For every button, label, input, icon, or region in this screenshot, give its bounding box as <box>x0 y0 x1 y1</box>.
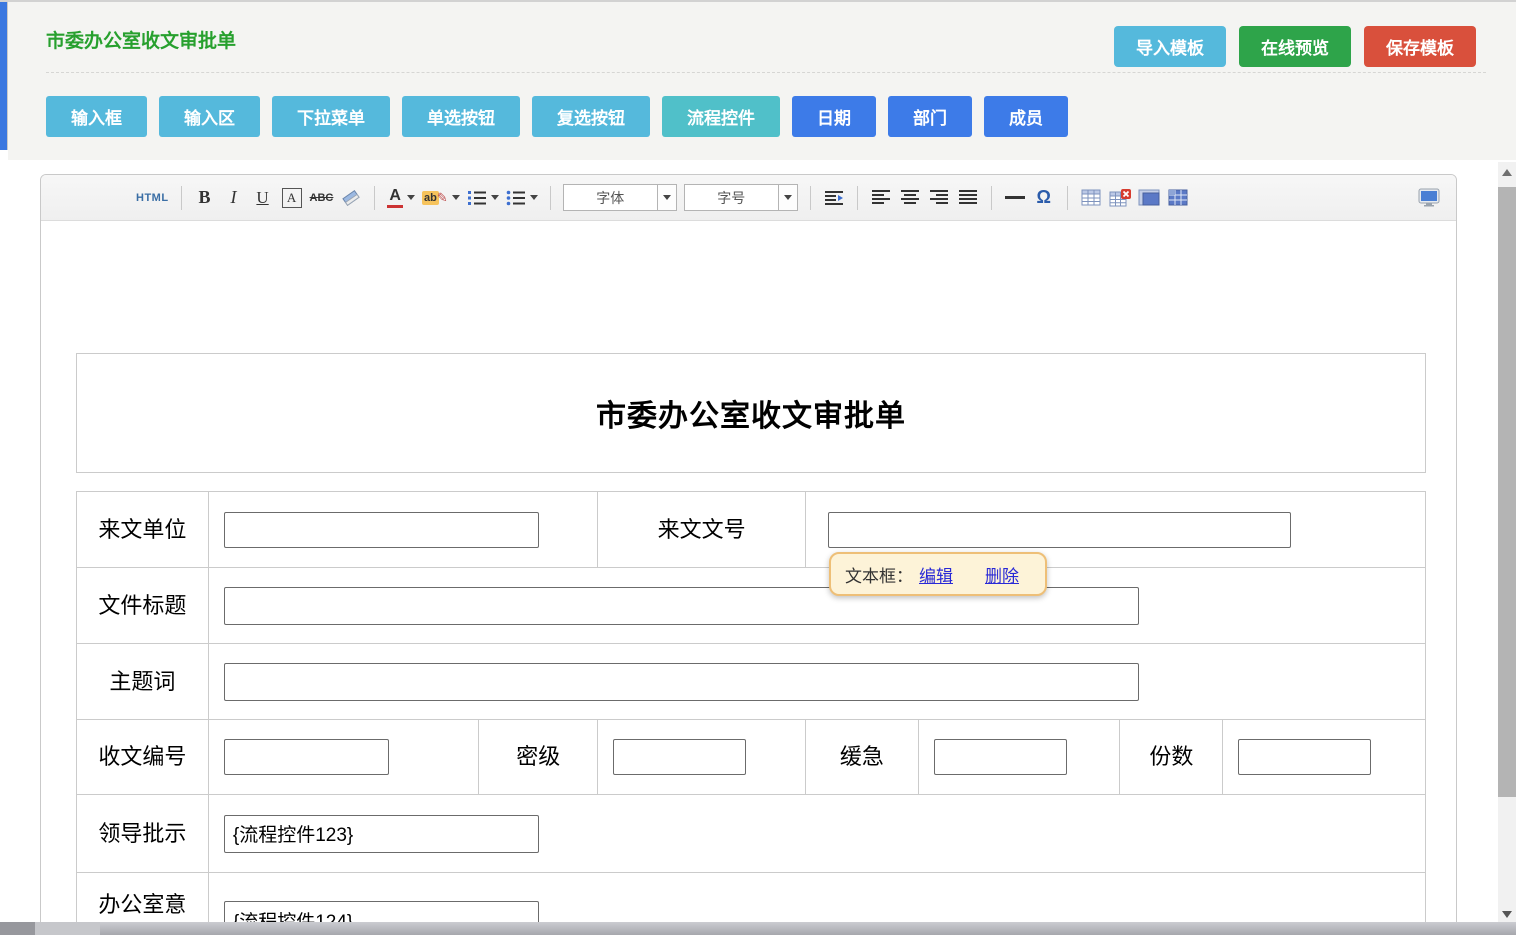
save-template-button[interactable]: 保存模板 <box>1364 26 1476 67</box>
table-row: 领导批示 <box>77 794 1425 872</box>
widget-input-box-button[interactable]: 输入框 <box>46 96 147 137</box>
chevron-down-icon <box>407 195 415 200</box>
toolbar-separator <box>991 186 992 210</box>
online-preview-button[interactable]: 在线预览 <box>1239 26 1351 67</box>
editor-content[interactable]: 市委办公室收文审批单 来文单位 来文文号 文件标题 <box>41 221 1456 935</box>
secrecy-input[interactable] <box>613 739 746 775</box>
highlight-color-icon[interactable]: ab✎ <box>422 185 460 211</box>
table-row: 主题词 <box>77 643 1425 719</box>
merge-cells-icon[interactable] <box>1138 185 1160 211</box>
widget-department-button[interactable]: 部门 <box>888 96 972 137</box>
toolbar-separator <box>810 186 811 210</box>
widget-radio-button[interactable]: 单选按钮 <box>402 96 520 137</box>
pencil-icon: ✎ <box>437 190 448 206</box>
rich-text-editor: HTML B I U A ABC A ab✎ <box>40 174 1457 935</box>
chevron-down-icon <box>452 195 460 200</box>
align-center-icon[interactable] <box>899 185 921 211</box>
import-template-button[interactable]: 导入模板 <box>1114 26 1226 67</box>
scroll-up-arrow-icon[interactable] <box>1498 164 1516 181</box>
editor-toolbar: HTML B I U A ABC A ab✎ <box>41 175 1456 221</box>
urgency-input[interactable] <box>934 739 1067 775</box>
widget-action-tooltip: 文本框： 编辑 删除 <box>829 552 1047 596</box>
chevron-down-icon[interactable] <box>657 185 676 210</box>
source-unit-label: 来文单位 <box>77 492 209 567</box>
indent-icon[interactable] <box>823 185 845 211</box>
bold-icon[interactable]: B <box>194 185 216 211</box>
widget-dropdown-button[interactable]: 下拉菜单 <box>272 96 390 137</box>
form-title-box: 市委办公室收文审批单 <box>76 353 1426 473</box>
widget-checkbox-button[interactable]: 复选按钮 <box>532 96 650 137</box>
remove-format-eraser-icon[interactable] <box>340 185 362 211</box>
table-row: 收文编号 密级 缓急 份数 <box>77 719 1425 794</box>
leader-remarks-label: 领导批示 <box>77 795 209 872</box>
doc-number-label: 来文文号 <box>598 492 806 567</box>
widget-textarea-button[interactable]: 输入区 <box>159 96 260 137</box>
chevron-down-icon <box>530 195 538 200</box>
source-unit-input[interactable] <box>224 512 539 548</box>
widget-button-row: 输入框 输入区 下拉菜单 单选按钮 复选按钮 流程控件 日期 部门 成员 <box>46 96 1068 137</box>
align-left-icon[interactable] <box>870 185 892 211</box>
table-row: 文件标题 <box>77 567 1425 643</box>
scroll-down-arrow-icon[interactable] <box>1498 906 1516 923</box>
html-source-icon[interactable]: HTML <box>136 185 169 211</box>
secrecy-label: 密级 <box>479 720 598 794</box>
toolbar-separator <box>1067 186 1068 210</box>
left-edge-strip <box>0 2 8 150</box>
scrollbar-thumb[interactable] <box>1498 187 1516 797</box>
insert-table-icon[interactable] <box>1080 185 1102 211</box>
receipt-number-label: 收文编号 <box>77 720 209 794</box>
chevron-down-icon <box>491 195 499 200</box>
urgency-label: 缓急 <box>806 720 919 794</box>
table-row: 来文单位 来文文号 <box>77 492 1425 567</box>
form-table: 来文单位 来文文号 文件标题 主题词 <box>76 491 1426 935</box>
unordered-list-icon[interactable] <box>506 185 538 211</box>
edit-link[interactable]: 编辑 <box>919 562 953 587</box>
copies-input[interactable] <box>1238 739 1371 775</box>
window-bottom-edge <box>0 922 1516 935</box>
toolbar-separator <box>550 186 551 210</box>
delete-link[interactable]: 删除 <box>985 562 1019 587</box>
ordered-list-icon[interactable] <box>467 185 499 211</box>
copies-label: 份数 <box>1120 720 1223 794</box>
tooltip-label: 文本框： <box>845 562 913 587</box>
horizontal-rule-icon[interactable] <box>1004 185 1026 211</box>
header: 市委办公室收文审批单 导入模板 在线预览 保存模板 输入框 输入区 下拉菜单 单… <box>8 2 1516 160</box>
subject-words-label: 主题词 <box>77 644 209 719</box>
vertical-scrollbar[interactable] <box>1498 162 1516 935</box>
widget-member-button[interactable]: 成员 <box>984 96 1068 137</box>
header-divider <box>46 72 1486 73</box>
cell-properties-icon[interactable] <box>1167 185 1189 211</box>
font-family-select[interactable]: 字体 <box>563 184 677 211</box>
fullscreen-icon[interactable] <box>1418 185 1440 211</box>
special-character-icon[interactable]: Ω <box>1033 185 1055 211</box>
doc-title-label: 文件标题 <box>77 568 209 643</box>
toolbar-separator <box>857 186 858 210</box>
subject-words-input[interactable] <box>224 663 1139 701</box>
font-size-select[interactable]: 字号 <box>684 184 798 211</box>
form-title: 市委办公室收文审批单 <box>596 391 906 435</box>
strikethrough-icon[interactable]: ABC <box>310 185 334 211</box>
font-color-icon[interactable]: A <box>387 185 415 211</box>
page-title: 市委办公室收文审批单 <box>46 26 236 53</box>
quote-block-icon[interactable]: A <box>282 188 302 208</box>
receipt-number-input[interactable] <box>224 739 389 775</box>
toolbar-separator <box>181 186 182 210</box>
delete-table-icon[interactable] <box>1109 185 1131 211</box>
leader-remarks-input[interactable] <box>224 815 539 853</box>
widget-date-button[interactable]: 日期 <box>792 96 876 137</box>
underline-icon[interactable]: U <box>252 185 274 211</box>
doc-number-input[interactable] <box>828 512 1291 548</box>
header-actions: 导入模板 在线预览 保存模板 <box>1114 26 1476 67</box>
widget-flow-control-button[interactable]: 流程控件 <box>662 96 780 137</box>
chevron-down-icon[interactable] <box>778 185 797 210</box>
app-window: 市委办公室收文审批单 导入模板 在线预览 保存模板 输入框 输入区 下拉菜单 单… <box>0 0 1516 935</box>
align-justify-icon[interactable] <box>957 185 979 211</box>
toolbar-separator <box>374 186 375 210</box>
align-right-icon[interactable] <box>928 185 950 211</box>
italic-icon[interactable]: I <box>223 185 245 211</box>
